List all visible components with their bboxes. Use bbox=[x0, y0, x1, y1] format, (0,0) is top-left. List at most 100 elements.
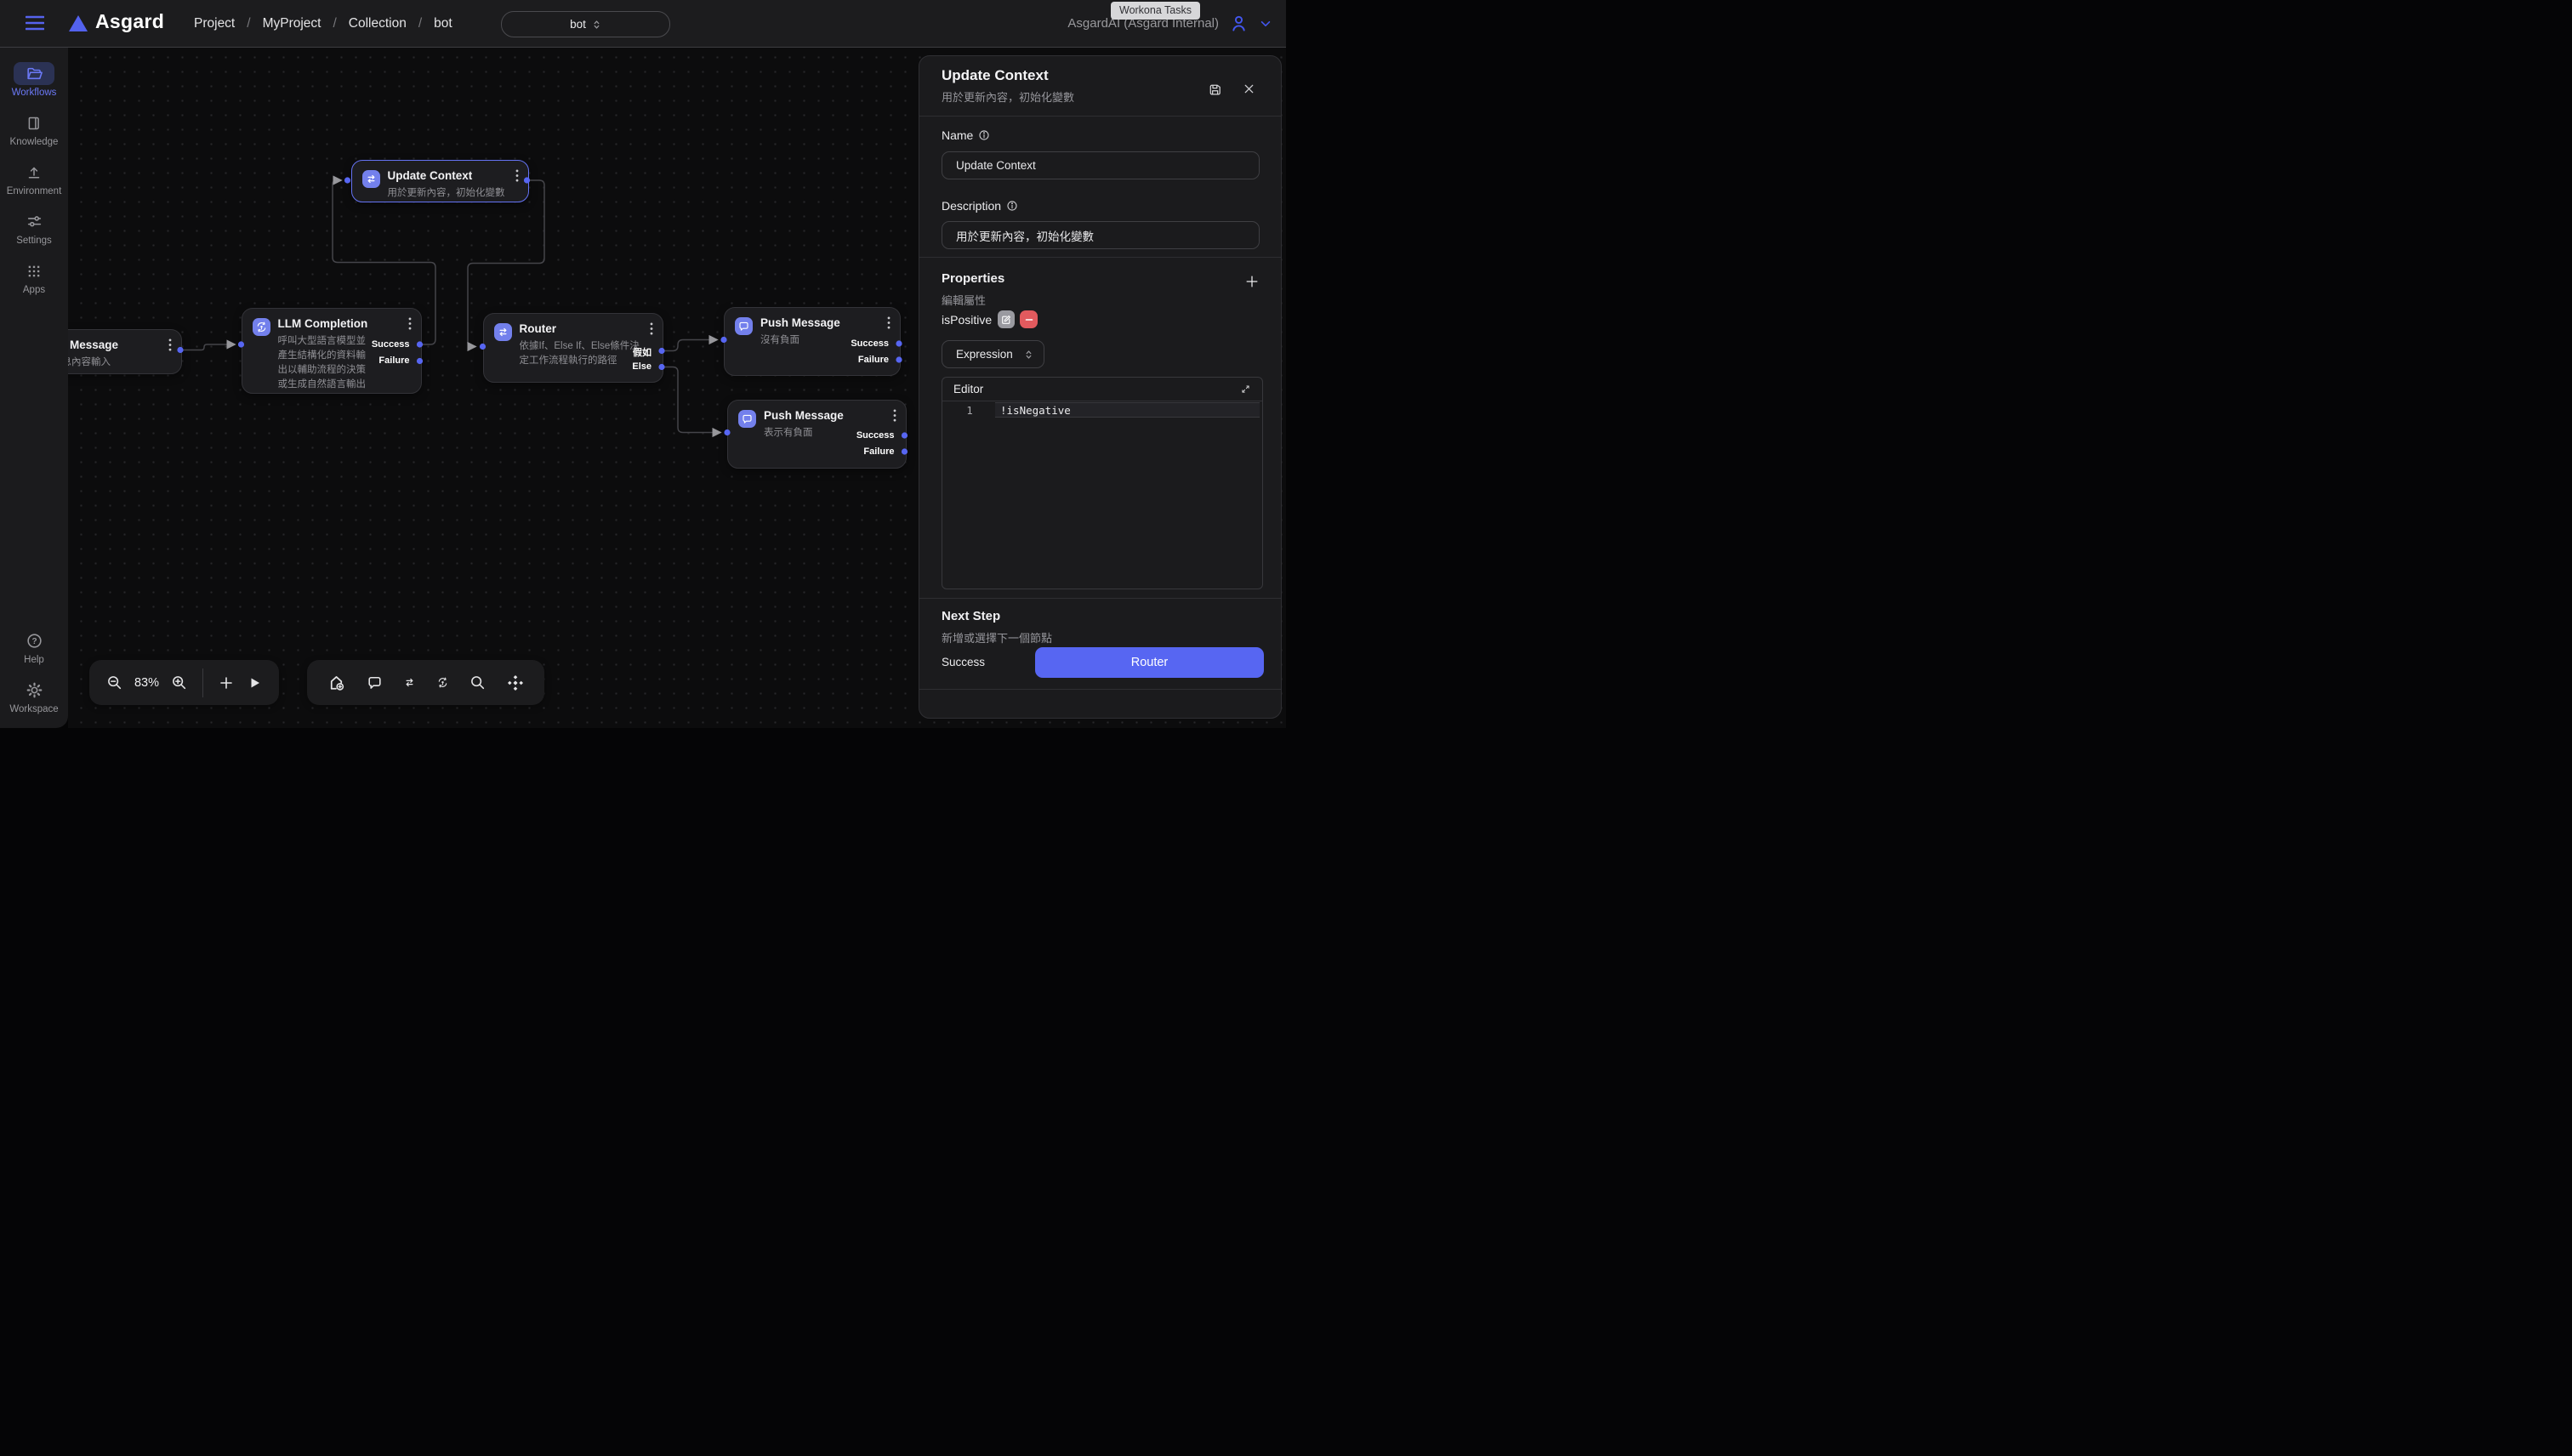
property-type-select[interactable]: Expression bbox=[942, 340, 1044, 368]
swap-icon bbox=[362, 170, 380, 188]
sidebar-item-label: Apps bbox=[23, 285, 45, 295]
workflow-select-value: bot bbox=[570, 18, 586, 31]
search-button[interactable] bbox=[469, 674, 487, 691]
breadcrumb-item-project[interactable]: Project bbox=[194, 16, 235, 31]
sidebar: Workflows Knowledge Environment Settings App… bbox=[0, 48, 68, 728]
next-step-subtitle: 新增或選擇下一個節點 bbox=[942, 629, 1052, 646]
workona-tasks-tooltip: Workona Tasks bbox=[1111, 2, 1200, 20]
node-title: Message bbox=[70, 338, 118, 351]
next-step-title: Next Step bbox=[942, 609, 1000, 623]
node-title: Push Message bbox=[764, 409, 844, 422]
grid-icon bbox=[14, 259, 54, 282]
node-title: Router bbox=[520, 322, 557, 335]
book-icon bbox=[14, 111, 54, 134]
updown-chevron-icon bbox=[1024, 349, 1033, 361]
panel-divider bbox=[919, 598, 1281, 599]
run-button[interactable] bbox=[246, 674, 263, 691]
node-description: 呼叫大型語言模型並產生結構化的資料輸出以輔助流程的決策或生成自然語言輸出 bbox=[278, 334, 375, 392]
panel-divider bbox=[919, 116, 1281, 117]
node-description: 依據If、Else If、Else條件決定工作流程執行的路徑 bbox=[520, 339, 640, 368]
comment-button[interactable] bbox=[366, 674, 384, 691]
sidebar-item-environment[interactable]: Environment bbox=[3, 161, 65, 196]
close-icon[interactable] bbox=[1243, 82, 1255, 95]
zoom-in-button[interactable] bbox=[170, 674, 188, 691]
account-chevron-down-icon[interactable] bbox=[1259, 17, 1272, 31]
sidebar-item-label: Workflows bbox=[12, 88, 57, 98]
add-node-button[interactable] bbox=[327, 673, 346, 692]
sidebar-item-apps[interactable]: Apps bbox=[3, 259, 65, 295]
panel-title: Update Context bbox=[942, 67, 1049, 84]
sidebar-item-help[interactable]: ?Help bbox=[3, 629, 65, 665]
gear-icon bbox=[14, 679, 54, 702]
wire bbox=[662, 340, 717, 351]
panel-divider bbox=[919, 689, 1281, 690]
node-title: Push Message bbox=[760, 316, 840, 329]
chat-icon bbox=[735, 317, 753, 335]
breadcrumb-item-collection[interactable]: Collection bbox=[349, 16, 407, 31]
sidebar-item-label: Knowledge bbox=[10, 137, 59, 147]
swap-button[interactable] bbox=[403, 676, 416, 689]
kebab-menu-icon[interactable] bbox=[168, 338, 172, 351]
output-port-label: Failure bbox=[858, 355, 889, 365]
add-button[interactable] bbox=[218, 674, 235, 691]
description-input[interactable]: 用於更新內容，初始化變數 bbox=[942, 221, 1260, 249]
sidebar-item-knowledge[interactable]: Knowledge bbox=[3, 111, 65, 147]
remove-property-button[interactable] bbox=[1020, 310, 1038, 328]
node-router[interactable]: Router依據If、Else If、Else條件決定工作流程執行的路徑假如El… bbox=[483, 313, 664, 383]
kebab-menu-icon[interactable] bbox=[408, 317, 412, 330]
hamburger-menu-icon[interactable] bbox=[26, 14, 44, 31]
node-description: 用於更新內容，初始化變數 bbox=[388, 186, 524, 201]
chat-icon bbox=[738, 410, 756, 428]
editor-title: Editor bbox=[953, 383, 983, 395]
brand-name: Asgard bbox=[95, 10, 164, 33]
sidebar-item-label: Workspace bbox=[9, 704, 58, 714]
asgard-logo-icon bbox=[68, 13, 88, 33]
breadcrumb-separator: / bbox=[247, 16, 250, 31]
sidebar-item-label: Settings bbox=[16, 236, 52, 246]
node-push-message-1[interactable]: Push Message沒有負面SuccessFailure bbox=[724, 307, 901, 376]
kebab-menu-icon[interactable] bbox=[650, 322, 653, 335]
sidebar-item-workflows[interactable]: Workflows bbox=[3, 62, 65, 98]
llm-button[interactable] bbox=[436, 676, 449, 689]
kebab-menu-icon[interactable] bbox=[887, 316, 891, 329]
move-button[interactable] bbox=[506, 674, 525, 692]
node-inspector-panel: Update Context 用於更新內容，初始化變數 Name Update … bbox=[919, 55, 1282, 719]
properties-subtitle: 編輯屬性 bbox=[942, 292, 986, 308]
editor-line-number: 1 bbox=[961, 404, 978, 417]
folder-icon bbox=[14, 62, 54, 85]
name-label: Name bbox=[942, 128, 990, 142]
output-port-label: Else bbox=[632, 361, 652, 372]
expand-icon[interactable] bbox=[1240, 384, 1251, 395]
node-push-message-2[interactable]: Push Message表示有負面SuccessFailure bbox=[727, 400, 907, 469]
user-icon[interactable] bbox=[1229, 14, 1249, 33]
save-icon[interactable] bbox=[1207, 82, 1223, 98]
output-port-label: Success bbox=[856, 430, 895, 441]
updown-chevron-icon bbox=[592, 19, 601, 31]
panel-subtitle: 用於更新內容，初始化變數 bbox=[942, 88, 1074, 105]
add-property-button[interactable] bbox=[1244, 274, 1260, 289]
top-bar: Asgard Project/MyProject/Collection/bot … bbox=[0, 0, 1286, 48]
zoom-out-button[interactable] bbox=[105, 674, 123, 691]
pencil-icon bbox=[1001, 315, 1011, 325]
zoom-level: 83% bbox=[134, 676, 159, 690]
port-dot[interactable] bbox=[344, 177, 350, 183]
name-input[interactable]: Update Context bbox=[942, 151, 1260, 179]
sidebar-item-workspace[interactable]: Workspace bbox=[3, 679, 65, 714]
editor-code[interactable]: !isNegative bbox=[1000, 404, 1071, 417]
llm-icon bbox=[253, 318, 270, 336]
node-title: LLM Completion bbox=[278, 317, 368, 330]
sidebar-item-settings[interactable]: Settings bbox=[3, 210, 65, 246]
expression-editor[interactable]: Editor 1 !isNegative bbox=[942, 377, 1263, 589]
upload-icon bbox=[14, 161, 54, 184]
node-llm-completion[interactable]: LLM Completion 呼叫大型語言模型並產生結構化的資料輸出以輔助流程的決… bbox=[242, 308, 422, 395]
next-step-target-button[interactable]: Router bbox=[1035, 647, 1264, 678]
edit-property-button[interactable] bbox=[998, 310, 1015, 328]
workflow-select[interactable]: bot bbox=[501, 11, 670, 37]
kebab-menu-icon[interactable] bbox=[893, 409, 896, 422]
breadcrumb-item-bot[interactable]: bot bbox=[434, 16, 452, 31]
sliders-icon bbox=[14, 210, 54, 233]
breadcrumb-item-myproject[interactable]: MyProject bbox=[263, 16, 322, 31]
node-message[interactable]: Message訊息內容輸入 bbox=[68, 329, 182, 374]
node-update-context[interactable]: Update Context用於更新內容，初始化變數 bbox=[351, 160, 529, 203]
kebab-menu-icon[interactable] bbox=[515, 169, 519, 182]
